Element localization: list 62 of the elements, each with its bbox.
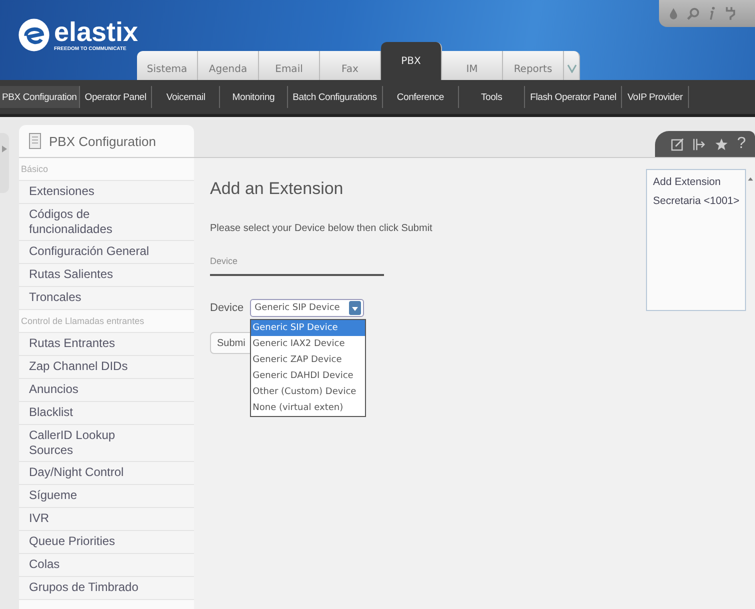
plug-icon[interactable] [725, 6, 736, 21]
chevron-down-icon [566, 63, 576, 73]
dropdown-option[interactable]: Generic ZAP Device [250, 352, 365, 368]
main-tab[interactable]: Sistema [137, 51, 198, 80]
sidebar-item[interactable]: Códigos de funcionalidades [19, 204, 194, 241]
sidebar-item[interactable]: Day/Night Control [19, 462, 194, 485]
drop-icon[interactable] [669, 7, 678, 20]
device-label: Device [210, 302, 244, 314]
collapse-handle[interactable] [0, 133, 9, 193]
sidebar-item[interactable]: Configuración General [19, 241, 194, 264]
sidebar-item[interactable]: IVR [19, 508, 194, 531]
extension-link[interactable]: Add Extension [653, 176, 739, 189]
page-tab[interactable]: PBX Configuration [19, 125, 194, 157]
instructions-text: Please select your Device below then click Submit [210, 223, 434, 234]
scroll-up-icon[interactable] [748, 177, 753, 181]
submenu-item[interactable]: Monitoring [220, 86, 288, 108]
dropdown-option[interactable]: Generic DAHDI Device [250, 368, 365, 384]
dropdown-option[interactable]: Generic SIP Device [250, 320, 365, 336]
star-icon[interactable] [715, 138, 728, 150]
sidebar-item[interactable]: Queue Priorities [19, 531, 194, 554]
extension-link[interactable]: Secretaria <1001> [653, 195, 739, 208]
sidebar-item[interactable]: Blacklist [19, 402, 194, 425]
document-icon [29, 133, 41, 149]
submenu-item[interactable]: VoIP Provider [622, 86, 689, 108]
search-icon[interactable] [687, 7, 700, 20]
sidebar-item[interactable]: Rutas Salientes [19, 264, 194, 287]
logo-wordmark: elastix [54, 18, 138, 46]
arrow-right-icon [2, 145, 7, 153]
main-tab[interactable]: Agenda [198, 51, 259, 80]
submenu-item[interactable]: Batch Configurations [288, 86, 383, 108]
dropdown-option[interactable]: Other (Custom) Device [250, 384, 365, 400]
section-heading: Device [210, 256, 384, 276]
page-tab-title: PBX Configuration [49, 134, 156, 148]
sidebar-item[interactable]: Extensiones [19, 181, 194, 204]
form-title: Add an Extension [210, 179, 344, 199]
sidebar-item[interactable]: Sígueme [19, 485, 194, 508]
submenu-item[interactable]: Voicemail [152, 86, 220, 108]
dropdown-option[interactable]: None (virtual exten) [250, 400, 365, 416]
sidebar-item[interactable]: Zap Channel DIDs [19, 356, 194, 379]
sidebar-item[interactable]: Rutas Entrantes [19, 333, 194, 356]
submenu-item[interactable]: PBX Configuration [0, 86, 80, 108]
sidebar-item[interactable]: Colas [19, 554, 194, 577]
submenu-item[interactable]: Operator Panel [80, 86, 152, 108]
main-tab[interactable]: Email [259, 51, 320, 80]
sidebar-item[interactable]: Anuncios [19, 379, 194, 402]
help-button[interactable]: ? [737, 135, 746, 153]
main-tab[interactable]: Fax [320, 51, 381, 80]
sidebar-item[interactable]: Troncales [19, 287, 194, 310]
more-tabs-button[interactable] [564, 51, 580, 80]
edit-icon[interactable] [671, 138, 684, 150]
submenu-item[interactable]: Flash Operator Panel [525, 86, 622, 108]
main-tab[interactable]: PBX [381, 42, 442, 80]
submenu-item[interactable]: Conference [382, 86, 459, 108]
main-tab[interactable]: Reports [503, 51, 564, 80]
info-icon[interactable] [709, 6, 716, 21]
sidebar-item[interactable]: Grupos de Timbrado [19, 577, 194, 600]
main-tab[interactable]: IM [442, 51, 503, 80]
sidebar-item[interactable]: CallerID Lookup Sources [19, 425, 194, 462]
arrow-to-bar-icon[interactable] [693, 138, 706, 150]
logo-icon [16, 16, 52, 54]
device-select[interactable]: Generic SIP Device [250, 299, 364, 317]
submenu-item[interactable]: Tools [458, 86, 526, 108]
